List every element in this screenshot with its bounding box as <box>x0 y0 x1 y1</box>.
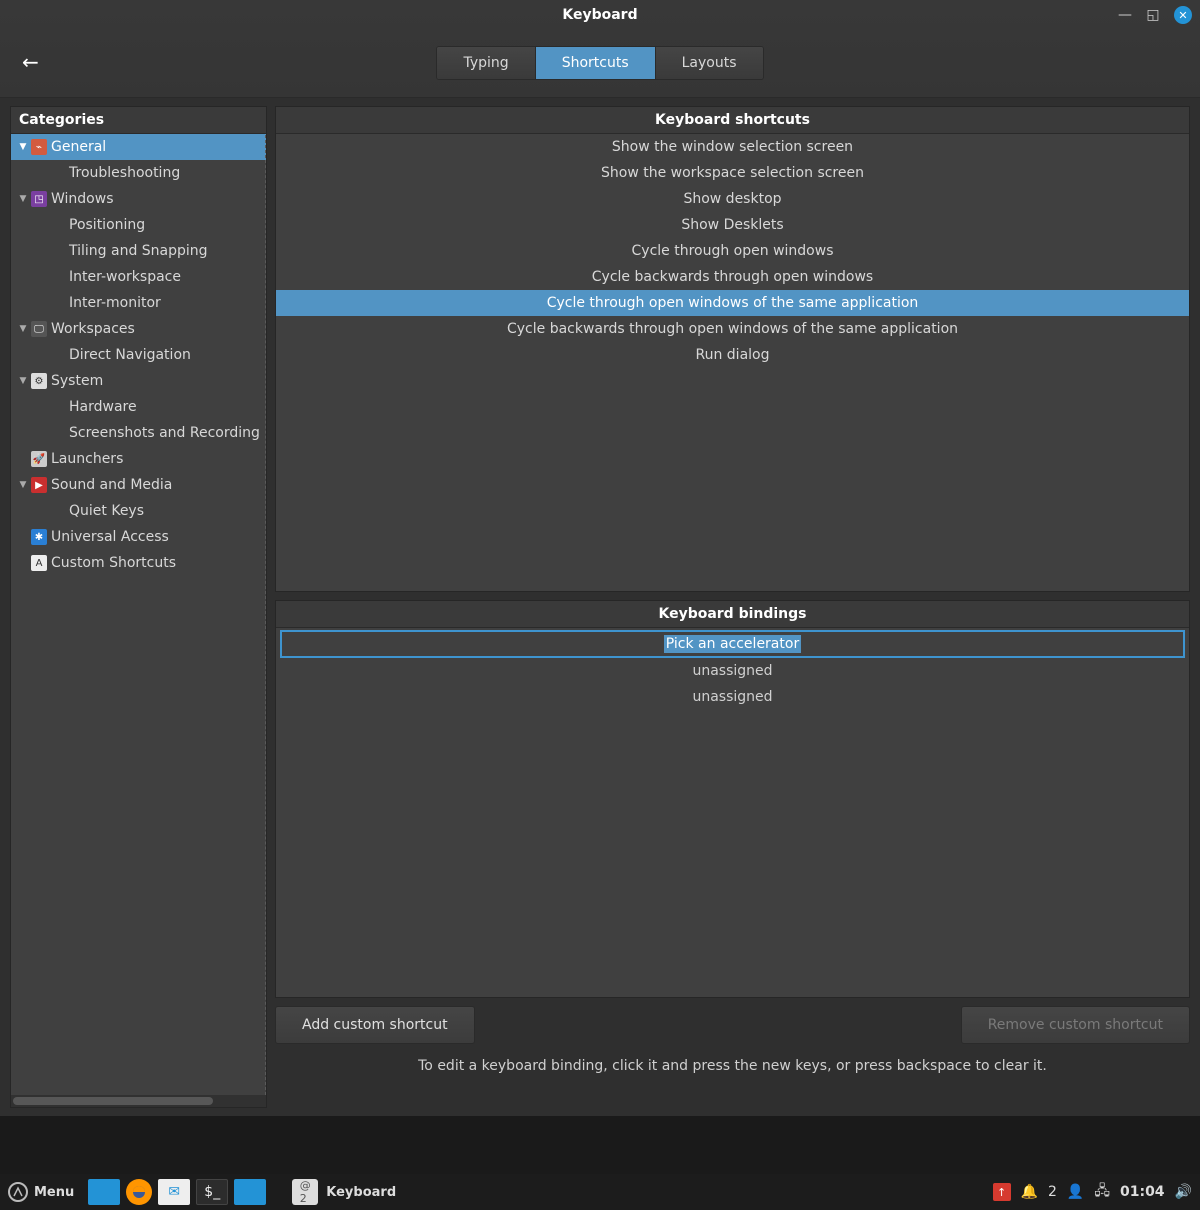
remove-custom-shortcut-button: Remove custom shortcut <box>961 1006 1190 1044</box>
tray-notification-count: 2 <box>1048 1184 1057 1200</box>
category-label: Universal Access <box>51 529 169 545</box>
help-text: To edit a keyboard binding, click it and… <box>275 1052 1190 1074</box>
shortcut-row[interactable]: Cycle through open windows <box>276 238 1189 264</box>
binding-row[interactable]: unassigned <box>280 684 1185 710</box>
category-inter-workspace[interactable]: Inter-workspace <box>11 264 266 290</box>
add-custom-shortcut-button[interactable]: Add custom shortcut <box>275 1006 475 1044</box>
category-system[interactable]: ▼⚙System <box>11 368 266 394</box>
category-quiet-keys[interactable]: Quiet Keys <box>11 498 266 524</box>
shortcut-row[interactable]: Show desktop <box>276 186 1189 212</box>
shortcut-row[interactable]: Cycle through open windows of the same a… <box>276 290 1189 316</box>
chevron-down-icon: ▼ <box>17 376 29 386</box>
category-inter-monitor[interactable]: Inter-monitor <box>11 290 266 316</box>
category-general[interactable]: ▼⌁General <box>11 134 266 160</box>
shortcuts-panel: Keyboard shortcuts Show the window selec… <box>275 106 1190 592</box>
category-workspaces[interactable]: ▼🖵Workspaces <box>11 316 266 342</box>
category-label: General <box>51 139 106 155</box>
categories-sidebar: Categories ▼⌁GeneralTroubleshooting▼◳Win… <box>10 106 267 1108</box>
category-label: System <box>51 373 103 389</box>
category-tiling-and-snapping[interactable]: Tiling and Snapping <box>11 238 266 264</box>
taskbar-active-label: Keyboard <box>326 1185 396 1200</box>
minimize-button[interactable]: — <box>1118 8 1132 22</box>
launchers-icon: 🚀 <box>31 451 47 467</box>
universal-icon: ✱ <box>31 529 47 545</box>
menu-logo-icon <box>8 1182 28 1202</box>
system-icon: ⚙ <box>31 373 47 389</box>
shortcut-row[interactable]: Show Desklets <box>276 212 1189 238</box>
tray-network-icon[interactable]: 🖧 <box>1094 1180 1110 1204</box>
binding-row[interactable]: unassigned <box>280 658 1185 684</box>
sidebar-resize-handle[interactable] <box>265 135 266 1095</box>
window-title: Keyboard <box>562 7 637 23</box>
shortcut-row[interactable]: Show the window selection screen <box>276 134 1189 160</box>
menu-button[interactable]: Menu <box>8 1182 74 1202</box>
windows-icon: ◳ <box>31 191 47 207</box>
tray-update-icon[interactable]: ↑ <box>993 1183 1011 1201</box>
category-universal-access[interactable]: ✱Universal Access <box>11 524 266 550</box>
taskbar-active-window[interactable]: @2 Keyboard <box>292 1179 396 1205</box>
tray-user-icon[interactable]: 👤 <box>1067 1184 1084 1200</box>
category-custom-shortcuts[interactable]: ACustom Shortcuts <box>11 550 266 576</box>
category-label: Sound and Media <box>51 477 172 493</box>
taskbar-file-manager-icon[interactable] <box>88 1179 120 1205</box>
chevron-down-icon: ▼ <box>17 480 29 490</box>
sound-icon: ▶ <box>31 477 47 493</box>
back-button[interactable]: ← <box>22 50 39 74</box>
category-hardware[interactable]: Hardware <box>11 394 266 420</box>
taskbar-firefox-icon[interactable] <box>126 1179 152 1205</box>
shortcut-row[interactable]: Run dialog <box>276 342 1189 368</box>
tab-typing[interactable]: Typing <box>437 47 535 79</box>
maximize-button[interactable]: ◱ <box>1146 8 1160 22</box>
taskbar-mail-icon[interactable]: ✉ <box>158 1179 190 1205</box>
sidebar-scrollbar[interactable] <box>11 1095 266 1107</box>
category-windows[interactable]: ▼◳Windows <box>11 186 266 212</box>
workspaces-icon: 🖵 <box>31 321 47 337</box>
tray-volume-icon[interactable]: 🔊 <box>1175 1184 1192 1200</box>
binding-row[interactable]: Pick an accelerator <box>280 630 1185 658</box>
category-troubleshooting[interactable]: Troubleshooting <box>11 160 266 186</box>
tab-layouts[interactable]: Layouts <box>656 47 763 79</box>
tab-shortcuts[interactable]: Shortcuts <box>536 47 656 79</box>
category-direct-navigation[interactable]: Direct Navigation <box>11 342 266 368</box>
chevron-down-icon: ▼ <box>17 324 29 334</box>
shortcuts-header: Keyboard shortcuts <box>276 107 1189 134</box>
view-tabs: Typing Shortcuts Layouts <box>436 46 763 80</box>
shortcut-row[interactable]: Cycle backwards through open windows of … <box>276 316 1189 342</box>
category-launchers[interactable]: 🚀Launchers <box>11 446 266 472</box>
category-label: Launchers <box>51 451 123 467</box>
category-label: Workspaces <box>51 321 135 337</box>
category-sound-and-media[interactable]: ▼▶Sound and Media <box>11 472 266 498</box>
sidebar-scrollbar-thumb[interactable] <box>13 1097 213 1105</box>
menu-label: Menu <box>34 1185 74 1200</box>
tray-clock[interactable]: 01:04 <box>1120 1184 1165 1200</box>
chevron-down-icon: ▼ <box>17 194 29 204</box>
taskbar-terminal-icon[interactable]: $_ <box>196 1179 228 1205</box>
category-positioning[interactable]: Positioning <box>11 212 266 238</box>
category-screenshots-and-recording[interactable]: Screenshots and Recording <box>11 420 266 446</box>
general-icon: ⌁ <box>31 139 47 155</box>
taskbar: Menu ✉ $_ @2 Keyboard ↑ 🔔 2 👤 🖧 01:04 🔊 <box>0 1174 1200 1210</box>
keyboard-app-icon: @2 <box>292 1179 318 1205</box>
shortcut-row[interactable]: Show the workspace selection screen <box>276 160 1189 186</box>
bindings-panel: Keyboard bindings Pick an acceleratoruna… <box>275 600 1190 998</box>
shortcut-row[interactable]: Cycle backwards through open windows <box>276 264 1189 290</box>
categories-header: Categories <box>11 107 266 134</box>
custom-icon: A <box>31 555 47 571</box>
chevron-down-icon: ▼ <box>17 142 29 152</box>
tray-notifications-icon[interactable]: 🔔 <box>1021 1184 1038 1200</box>
close-button[interactable]: ✕ <box>1174 6 1192 24</box>
category-label: Windows <box>51 191 114 207</box>
taskbar-files-icon[interactable] <box>234 1179 266 1205</box>
bindings-header: Keyboard bindings <box>276 601 1189 628</box>
category-label: Custom Shortcuts <box>51 555 176 571</box>
